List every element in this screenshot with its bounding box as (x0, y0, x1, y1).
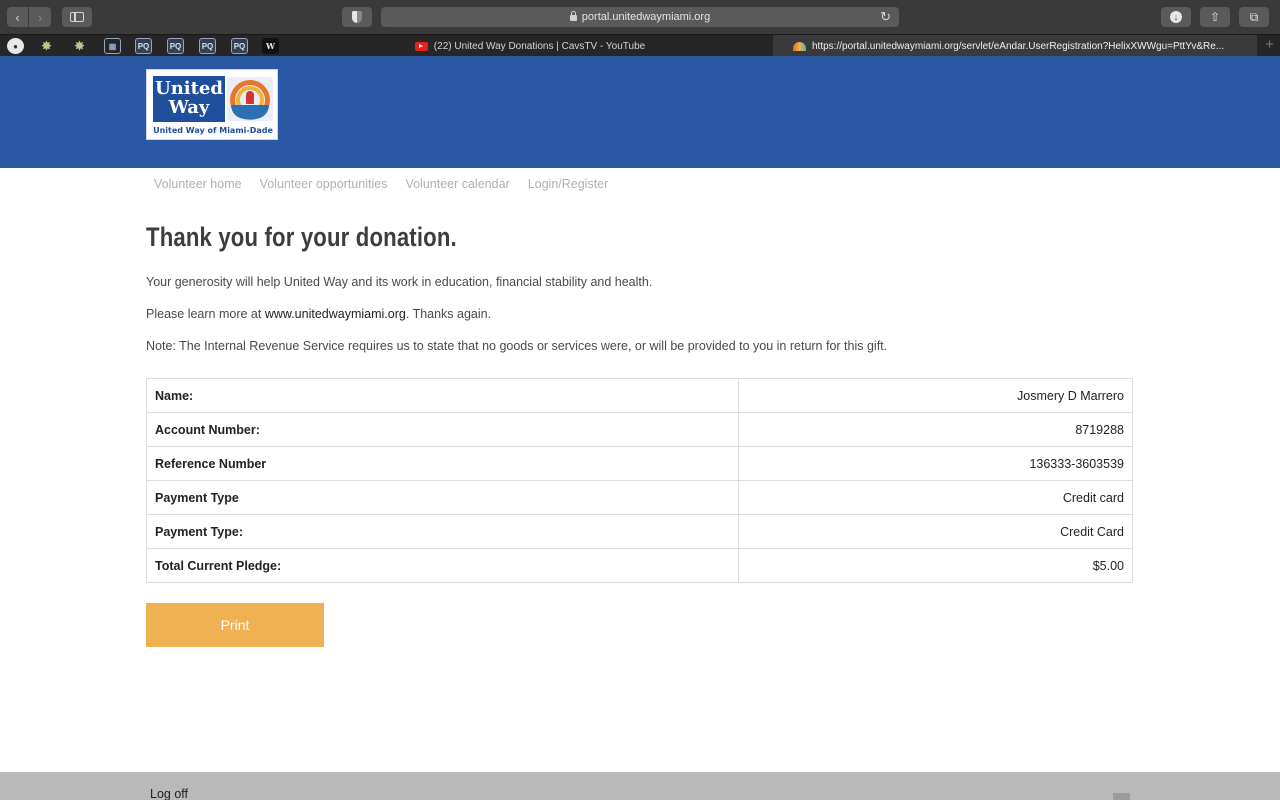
tab-united-way-portal[interactable]: https://portal.unitedwaymiami.org/servle… (773, 35, 1257, 57)
download-icon: ↓ (1170, 11, 1182, 23)
lock-icon (569, 11, 577, 21)
chevron-right-icon: › (37, 9, 43, 25)
nav-volunteer-opportunities[interactable]: Volunteer opportunities (260, 177, 388, 191)
sidebar-toggle-button[interactable] (62, 7, 92, 27)
forward-button[interactable]: › (29, 7, 51, 27)
tabs-icon: ⧉ (1249, 9, 1259, 24)
sidebar-icon (70, 12, 84, 22)
address-bar[interactable]: portal.unitedwaymiami.org ↻ (381, 7, 899, 27)
table-row: Account Number: 8719288 (146, 412, 1133, 447)
address-text: portal.unitedwaymiami.org (581, 11, 711, 23)
irs-note-text: Note: The Internal Revenue Service requi… (146, 339, 888, 353)
footer-badge-icon (1113, 793, 1130, 800)
favorite-pq-2[interactable]: PQ (167, 38, 184, 54)
account-number-value: 8719288 (738, 412, 1133, 447)
donation-details-table: Name: Josmery D Marrero Account Number: … (146, 378, 1133, 583)
browser-toolbar: ‹ › portal.unitedwaymiami.org ↻ ↓ ⇧ ⧉ (0, 0, 1280, 34)
favorite-pq-4[interactable]: PQ (231, 38, 248, 54)
back-button[interactable]: ‹ (7, 7, 29, 27)
log-off-link[interactable]: Log off (150, 787, 188, 800)
logo-word-united: United (155, 78, 223, 99)
logo-word-way: Way (168, 97, 210, 118)
logo-wordmark: United Way (153, 76, 225, 122)
youtube-icon (414, 41, 428, 51)
logo-caption: United Way of Miami-Dade (153, 126, 273, 135)
page-title: Thank you for your donation. (146, 222, 457, 252)
total-pledge-label: Total Current Pledge: (146, 548, 739, 583)
favorite-chart-icon[interactable]: ▦ (104, 38, 121, 54)
favorite-bull-icon[interactable]: ✸ (38, 38, 55, 54)
table-row: Total Current Pledge: $5.00 (146, 548, 1133, 583)
rainbow-hand-icon (227, 77, 273, 121)
payment-type-label: Payment Type (146, 480, 739, 515)
payment-type-value-2: Credit Card (738, 514, 1133, 549)
payment-type-label-2: Payment Type: (146, 514, 739, 549)
name-label: Name: (146, 378, 739, 413)
table-row: Reference Number 136333-3603539 (146, 446, 1133, 481)
favorite-globe-icon[interactable]: ● (7, 38, 24, 54)
learn-more-suffix: . Thanks again. (405, 307, 492, 321)
account-number-label: Account Number: (146, 412, 739, 447)
nav-login-register[interactable]: Login/Register (528, 177, 609, 191)
payment-type-value: Credit card (738, 480, 1133, 515)
united-way-logo[interactable]: United Way United Way of Miami-Dade (146, 69, 278, 140)
reference-number-label: Reference Number (146, 446, 739, 481)
chevron-left-icon: ‹ (15, 9, 20, 25)
nav-volunteer-home[interactable]: Volunteer home (154, 177, 242, 191)
print-button[interactable]: Print (146, 603, 324, 647)
total-pledge-value: $5.00 (738, 548, 1133, 583)
site-footer: Log off (0, 772, 1280, 800)
privacy-report-button[interactable] (342, 7, 372, 27)
share-button[interactable]: ⇧ (1200, 7, 1230, 27)
share-icon: ⇧ (1209, 10, 1221, 24)
new-tab-button[interactable]: + (1265, 36, 1274, 53)
reload-icon[interactable]: ↻ (880, 9, 891, 25)
table-row: Payment Type: Credit Card (146, 514, 1133, 549)
name-value: Josmery D Marrero (738, 378, 1133, 413)
history-buttons: ‹ › (7, 7, 51, 27)
generosity-text: Your generosity will help United Way and… (146, 275, 653, 289)
nav-volunteer-calendar[interactable]: Volunteer calendar (405, 177, 509, 191)
reference-number-value: 136333-3603539 (738, 446, 1133, 481)
favorite-bull-icon-2[interactable]: ✸ (71, 38, 88, 54)
plus-icon: + (1265, 36, 1274, 53)
tab-bar: ● ✸ ✸ ▦ PQ PQ PQ PQ W (22) United Way Do… (0, 34, 1280, 57)
site-nav: Volunteer home Volunteer opportunities V… (154, 177, 626, 191)
website-link[interactable]: www.unitedwaymiami.org (265, 307, 406, 321)
learn-more-text: Please learn more at www.unitedwaymiami.… (146, 307, 491, 321)
shield-icon (352, 11, 362, 23)
table-row: Payment Type Credit card (146, 480, 1133, 515)
tab-youtube[interactable]: (22) United Way Donations | CavsTV - You… (288, 35, 772, 57)
favorite-pq-1[interactable]: PQ (135, 38, 152, 54)
tab-overview-button[interactable]: ⧉ (1239, 7, 1269, 27)
favorite-pq-3[interactable]: PQ (199, 38, 216, 54)
favorite-w[interactable]: W (262, 38, 279, 54)
united-way-favicon-icon (793, 41, 806, 51)
tab-title: (22) United Way Donations | CavsTV - You… (433, 40, 646, 52)
table-row: Name: Josmery D Marrero (146, 378, 1133, 413)
learn-more-prefix: Please learn more at (146, 307, 265, 321)
site-header: United Way United Way of Miami-Dade (0, 56, 1280, 168)
tab-title: https://portal.unitedwaymiami.org/servle… (812, 40, 1225, 52)
downloads-button[interactable]: ↓ (1161, 7, 1191, 27)
